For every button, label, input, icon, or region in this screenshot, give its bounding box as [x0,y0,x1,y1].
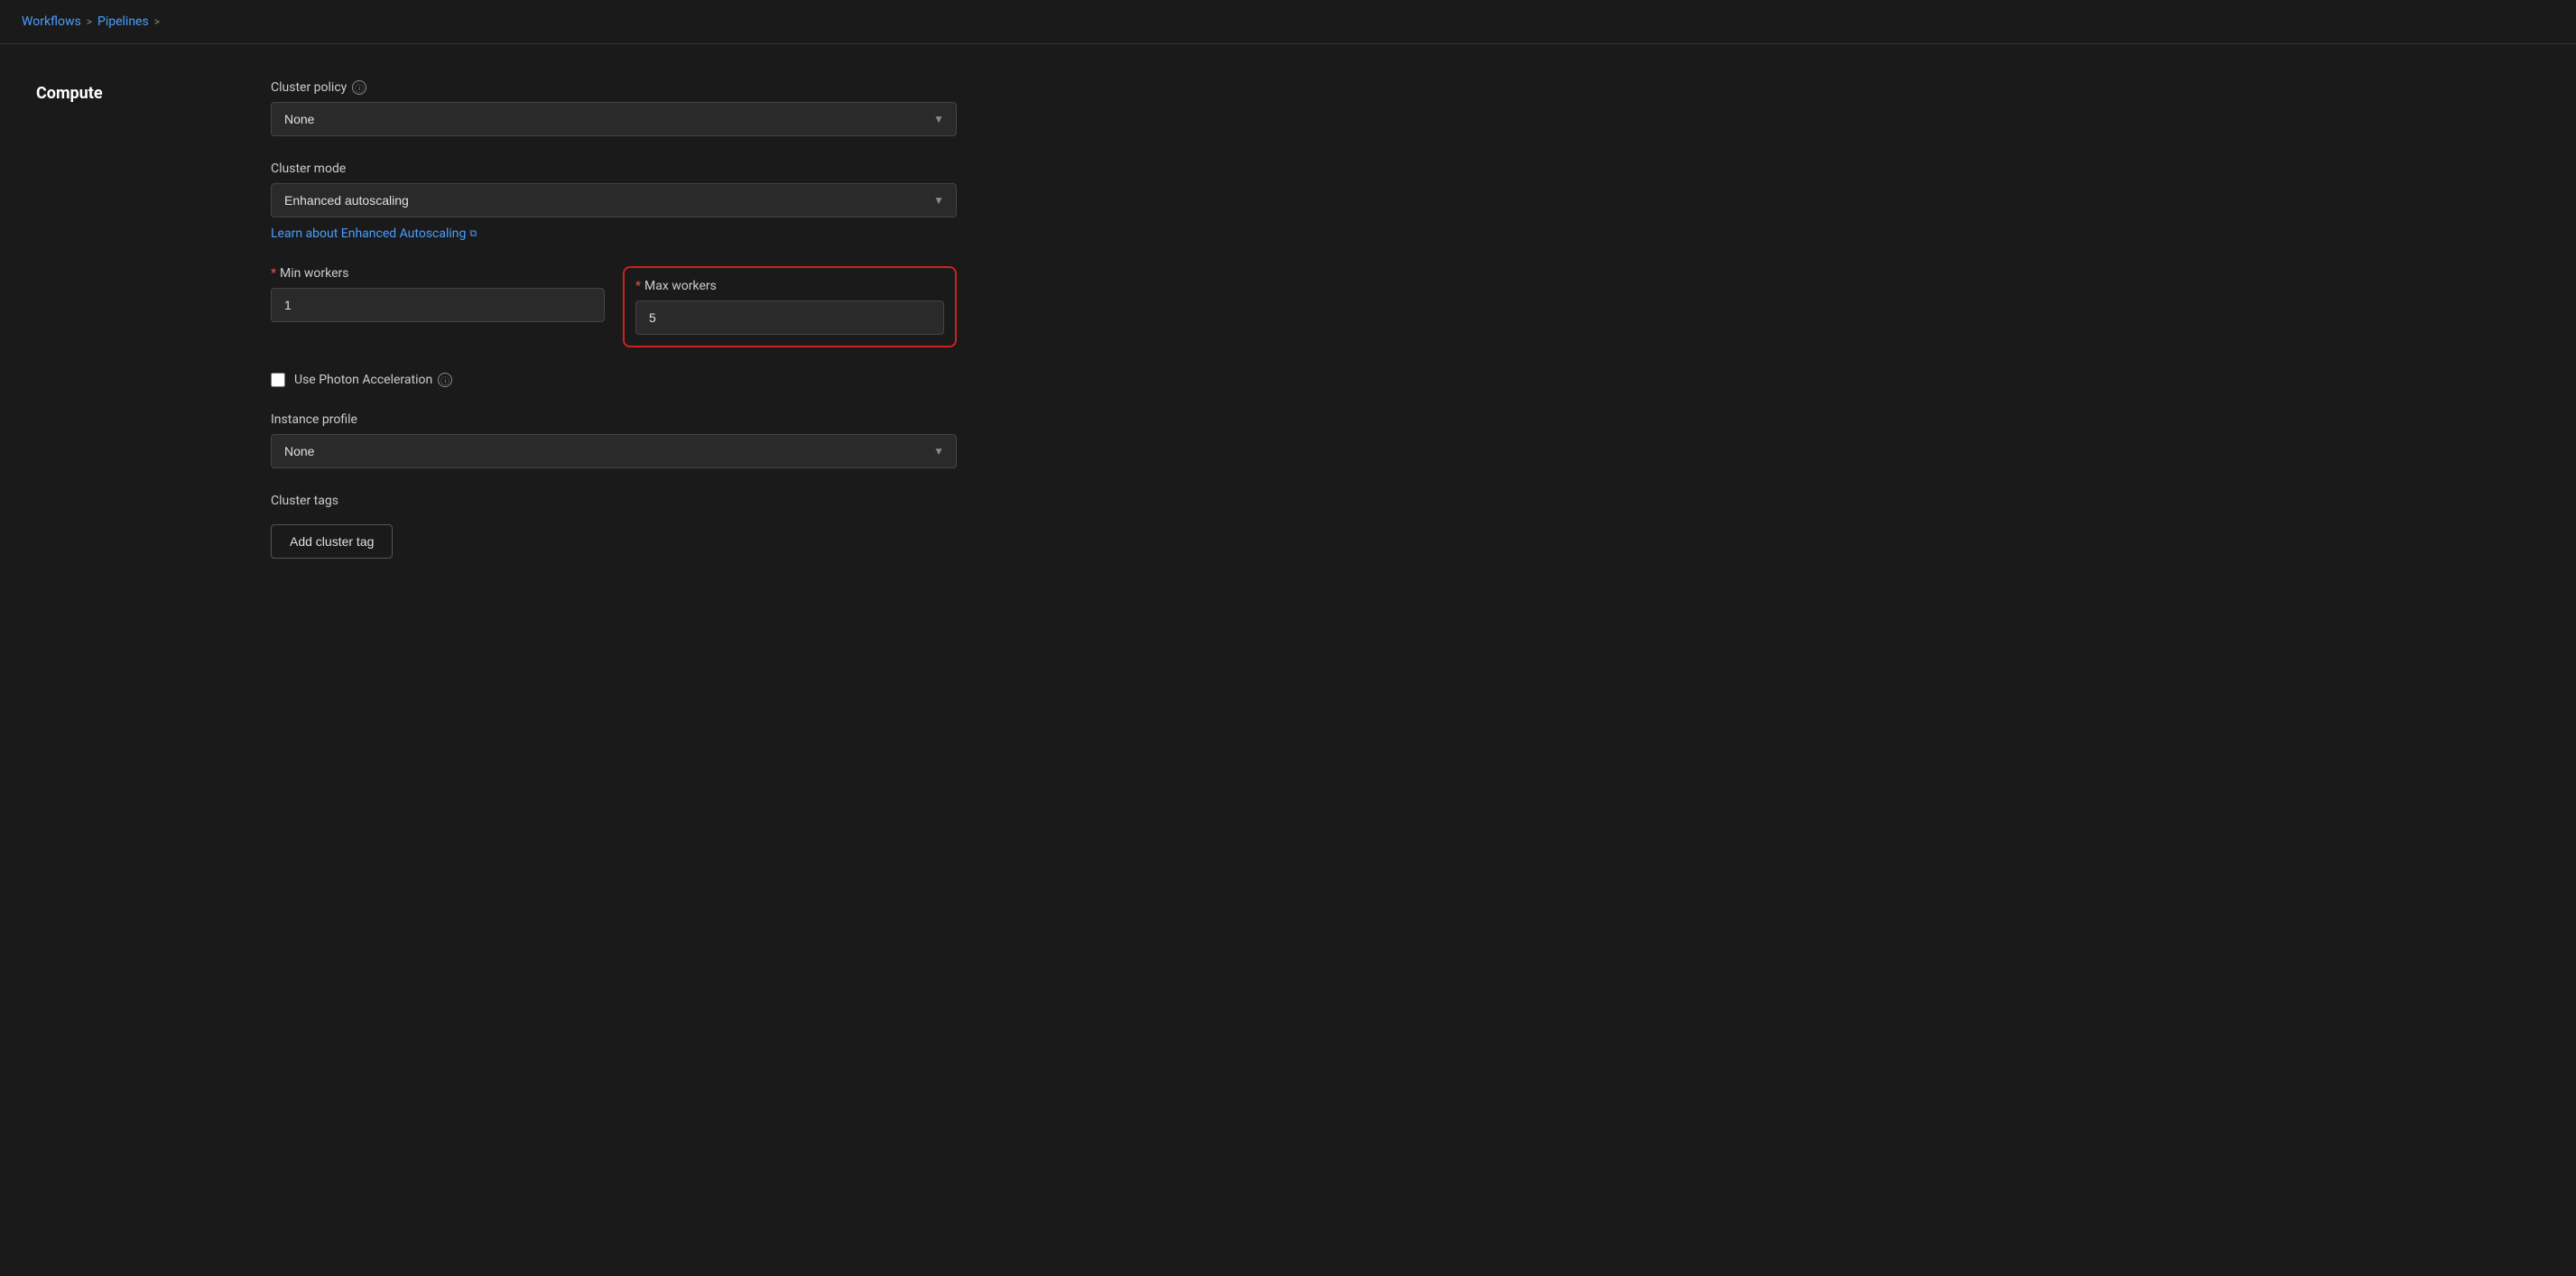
instance-profile-select[interactable]: None [271,434,957,468]
cluster-mode-group: Cluster mode Enhanced autoscaling ▼ Lear… [271,162,957,241]
instance-profile-select-wrapper: None ▼ [271,434,957,468]
cluster-policy-group: Cluster policy ⓘ None ▼ [271,80,957,136]
cluster-mode-select[interactable]: Enhanced autoscaling [271,183,957,217]
add-cluster-tag-button[interactable]: Add cluster tag [271,524,393,559]
cluster-tags-label: Cluster tags [271,494,957,508]
divider [0,43,2576,44]
breadcrumb: Workflows > Pipelines > [0,0,2576,43]
min-workers-required-star: * [271,266,276,281]
max-workers-highlight-box: * Max workers [623,266,957,347]
max-workers-label: * Max workers [635,279,944,293]
workers-container: * Min workers * Max workers [271,266,957,347]
cluster-mode-label: Cluster mode [271,162,957,176]
max-workers-field: * Max workers [623,266,957,347]
breadcrumb-separator-1: > [87,15,92,28]
min-workers-label: * Min workers [271,266,605,281]
instance-profile-label: Instance profile [271,412,957,427]
cluster-policy-label: Cluster policy ⓘ [271,80,957,95]
photon-info-icon[interactable]: ⓘ [438,373,452,387]
photon-group: Use Photon Acceleration ⓘ [271,373,957,387]
learn-autoscaling-link[interactable]: Learn about Enhanced Autoscaling ⧉ [271,227,957,241]
min-workers-field: * Min workers [271,266,605,347]
max-workers-input[interactable] [635,301,944,335]
form-container: Cluster policy ⓘ None ▼ Cluster mode Enh… [271,80,957,584]
section-title: Compute [36,80,199,584]
min-workers-input[interactable] [271,288,605,322]
photon-label[interactable]: Use Photon Acceleration ⓘ [294,373,452,387]
max-workers-required-star: * [635,279,641,293]
breadcrumb-separator-2: > [154,15,160,28]
main-content: Compute Cluster policy ⓘ None ▼ Cluster … [0,80,2576,584]
breadcrumb-pipelines[interactable]: Pipelines [97,14,149,29]
breadcrumb-workflows[interactable]: Workflows [22,14,81,29]
cluster-tags-group: Cluster tags Add cluster tag [271,494,957,559]
instance-profile-group: Instance profile None ▼ [271,412,957,468]
external-link-icon: ⧉ [469,227,477,240]
cluster-mode-select-wrapper: Enhanced autoscaling ▼ [271,183,957,217]
cluster-policy-info-icon[interactable]: ⓘ [352,80,366,95]
cluster-policy-select[interactable]: None [271,102,957,136]
cluster-policy-select-wrapper: None ▼ [271,102,957,136]
photon-checkbox[interactable] [271,373,285,387]
